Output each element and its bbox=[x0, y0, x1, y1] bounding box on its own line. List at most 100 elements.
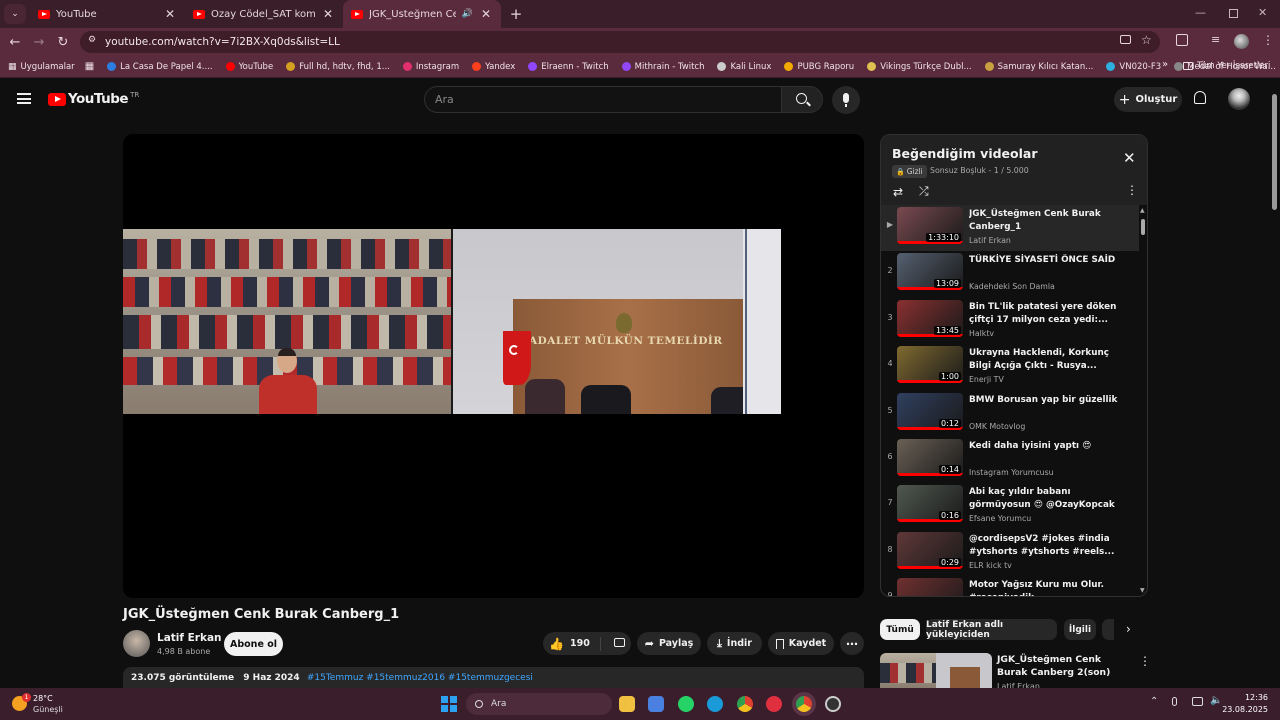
back-arrow-icon[interactable]: ← bbox=[3, 35, 27, 50]
playlist-item[interactable]: 5 0:12 BMW Borusan yap bir güzellik OMK Mot… bbox=[881, 391, 1139, 437]
bookmark-item[interactable]: Yandex bbox=[472, 62, 515, 72]
close-tab-icon[interactable]: ✕ bbox=[163, 7, 177, 21]
speaker-icon[interactable]: 🔊 bbox=[462, 9, 473, 19]
next-video-menu-icon[interactable]: ⋮ bbox=[1139, 654, 1151, 668]
bookmark-item[interactable]: PUBG Raporu bbox=[784, 62, 854, 72]
video-thumbnail[interactable]: 1:00 bbox=[897, 346, 963, 384]
playlist-menu-icon[interactable]: ⋮ bbox=[1126, 183, 1138, 197]
notifications-bell-icon[interactable] bbox=[1194, 91, 1206, 104]
profile-avatar[interactable] bbox=[1234, 34, 1249, 49]
bookmark-item[interactable]: YouTube bbox=[225, 62, 273, 72]
clock-time[interactable]: 12:36 bbox=[1236, 693, 1268, 702]
close-tab-icon[interactable]: ✕ bbox=[321, 7, 335, 21]
create-button[interactable]: + Oluştur bbox=[1114, 87, 1182, 112]
shuffle-icon[interactable]: ⤮ bbox=[919, 184, 929, 199]
video-thumbnail[interactable]: 0:12 bbox=[897, 392, 963, 430]
next-video-title[interactable]: JGK_Üsteğmen Cenk Burak Canberg 2(son) bbox=[997, 653, 1133, 679]
search-button[interactable] bbox=[781, 86, 823, 113]
video-thumbnail[interactable]: 0:29 bbox=[897, 531, 963, 569]
media-controls-icon[interactable]: ≡ bbox=[1211, 33, 1220, 46]
chip-related[interactable]: İlgili bbox=[1064, 619, 1096, 640]
file-explorer-icon[interactable] bbox=[619, 696, 635, 712]
playlist-item[interactable]: 2 13:09 TÜRKİYE SİYASETİ ÖNCE SAİD Kadehdek… bbox=[881, 251, 1139, 297]
close-window-icon[interactable]: ✕ bbox=[1258, 6, 1267, 19]
app-icon[interactable] bbox=[825, 696, 841, 712]
account-avatar[interactable] bbox=[1228, 88, 1250, 110]
subscribe-button[interactable]: Abone ol bbox=[224, 632, 283, 656]
save-button[interactable]: Kaydet bbox=[768, 632, 834, 655]
voice-search-button[interactable] bbox=[832, 86, 860, 114]
page-scrollbar[interactable] bbox=[1270, 80, 1280, 688]
playlist-item[interactable]: 9 0:56 Motor Yağsız Kuru mu Olur. #recepiv… bbox=[881, 576, 1139, 596]
playlist-item-current[interactable]: ▶ 1:33:10 JGK_Üsteğmen Cenk Burak Canberg_… bbox=[881, 205, 1139, 251]
dislike-button[interactable] bbox=[606, 637, 625, 650]
playlist-item[interactable]: 4 1:00 Ukrayna Hacklendi, Korkunç Bilgi Aç… bbox=[881, 344, 1139, 390]
tab-jgk-active[interactable]: JGK_Üsteğmen Cenk Burak 🔊 ✕ bbox=[343, 0, 501, 28]
next-video-thumbnail[interactable] bbox=[880, 653, 992, 688]
new-tab-button[interactable]: + bbox=[505, 5, 527, 23]
tray-overflow-icon[interactable]: ⌃ bbox=[1150, 696, 1158, 707]
whatsapp-icon[interactable] bbox=[678, 696, 694, 712]
taskbar-search[interactable]: Ara bbox=[466, 693, 612, 715]
playlist-item[interactable]: 8 0:29 @cordisepsV2 #jokes #india #ytshort… bbox=[881, 530, 1139, 576]
tab-search-button[interactable]: ⌄ bbox=[4, 4, 26, 24]
forward-arrow-icon[interactable]: → bbox=[27, 35, 51, 50]
reload-icon[interactable]: ↻ bbox=[51, 35, 75, 50]
bookmark-star-icon[interactable]: ☆ bbox=[1141, 33, 1152, 47]
all-bookmarks-folder[interactable]: Tüm Yer İşaretleri bbox=[1183, 61, 1270, 71]
tray-mic-icon[interactable] bbox=[1172, 697, 1177, 706]
channel-name[interactable]: Latif Erkan bbox=[157, 632, 222, 644]
site-info-icon[interactable]: ⚙ bbox=[88, 35, 96, 45]
video-thumbnail[interactable]: 13:45 bbox=[897, 299, 963, 337]
playlist-item[interactable]: 6 0:14 Kedi daha iyisini yaptı 😍 Instagram … bbox=[881, 437, 1139, 483]
like-button[interactable]: 👍 190 bbox=[549, 636, 601, 651]
playlist-title[interactable]: Beğendiğim videolar bbox=[892, 146, 1038, 161]
bookmark-item[interactable]: Vikings Türkçe Dubl... bbox=[867, 62, 972, 72]
tray-network-icon[interactable] bbox=[1192, 697, 1203, 706]
video-player[interactable]: ADALET MÜLKÜN TEMELİDİR bbox=[123, 134, 864, 598]
chips-next-arrow-icon[interactable]: › bbox=[1126, 622, 1131, 636]
tab-youtube[interactable]: YouTube ✕ bbox=[30, 0, 185, 28]
bookmark-item[interactable]: Full hd, hdtv, fhd, 1... bbox=[286, 62, 390, 72]
channel-avatar[interactable] bbox=[123, 630, 150, 657]
hashtags[interactable]: #15Temmuz #15temmuz2016 #15temmuzgecesi bbox=[307, 673, 533, 683]
bookmark-item[interactable]: VN020-F3 bbox=[1106, 62, 1161, 72]
bookmark-item[interactable]: Samuray Kılıcı Katan... bbox=[984, 62, 1093, 72]
youtube-logo[interactable]: YouTube TR bbox=[48, 91, 139, 107]
close-playlist-icon[interactable]: ✕ bbox=[1123, 149, 1136, 167]
bookmark-item[interactable]: La Casa De Papel 4.... bbox=[107, 62, 213, 72]
loop-icon[interactable]: ⇄ bbox=[893, 185, 903, 199]
cast-icon[interactable] bbox=[1120, 35, 1131, 44]
video-thumbnail[interactable]: 0:14 bbox=[897, 439, 963, 476]
video-thumbnail[interactable]: 1:33:10 bbox=[897, 207, 963, 244]
playlist-item[interactable]: 3 13:45 Bin TL'lik patatesi yere döken çif… bbox=[881, 298, 1139, 344]
search-input[interactable]: Ara bbox=[424, 86, 782, 113]
microsoft-store-icon[interactable] bbox=[648, 696, 664, 712]
minimize-icon[interactable]: — bbox=[1195, 6, 1206, 19]
download-button[interactable]: ⤓ İndir bbox=[707, 632, 762, 655]
bookmark-item[interactable]: Kali Linux bbox=[717, 62, 771, 72]
description-box[interactable]: 23.075 görüntüleme 9 Haz 2024 #15Temmuz … bbox=[123, 667, 864, 688]
playlist-scrollbar[interactable]: ▲ ▼ bbox=[1139, 205, 1147, 596]
address-bar[interactable]: ⚙ youtube.com/watch?v=7i2BX-Xq0ds&list=L… bbox=[80, 31, 1160, 53]
video-thumbnail[interactable]: 0:16 bbox=[897, 485, 963, 523]
share-button[interactable]: ➦ Paylaş bbox=[637, 632, 701, 655]
video-thumbnail[interactable]: 0:56 bbox=[897, 578, 963, 596]
extensions-icon[interactable] bbox=[1176, 34, 1188, 46]
close-tab-icon[interactable]: ✕ bbox=[479, 7, 493, 21]
media-player-icon[interactable] bbox=[766, 696, 782, 712]
bookmark-item[interactable]: Mithrain - Twitch bbox=[621, 62, 704, 72]
windows-start-icon[interactable] bbox=[441, 696, 457, 712]
chip-uploader[interactable]: Latif Erkan adlı yükleyiciden bbox=[926, 619, 1057, 640]
video-thumbnail[interactable]: 13:09 bbox=[897, 253, 963, 291]
more-actions-button[interactable]: ⋯ bbox=[840, 632, 864, 655]
bookmark-item[interactable]: Elraenn - Twitch bbox=[528, 62, 609, 72]
playlist-item[interactable]: 7 0:16 Abi kaç yıldır babanı görmüyosun 😍 … bbox=[881, 483, 1139, 529]
tab-ozay-codel[interactable]: Özay Cödel_SAT komandosu_1 ✕ bbox=[185, 0, 343, 28]
clock-date[interactable]: 23.08.2025 bbox=[1220, 705, 1268, 714]
tab-groups-icon[interactable]: ▦ bbox=[85, 61, 94, 72]
chip-all[interactable]: Tümü bbox=[880, 619, 920, 640]
chrome-icon[interactable] bbox=[737, 696, 753, 712]
bookmarks-overflow-icon[interactable]: » bbox=[1162, 59, 1168, 70]
chrome-active-icon[interactable] bbox=[796, 696, 812, 712]
